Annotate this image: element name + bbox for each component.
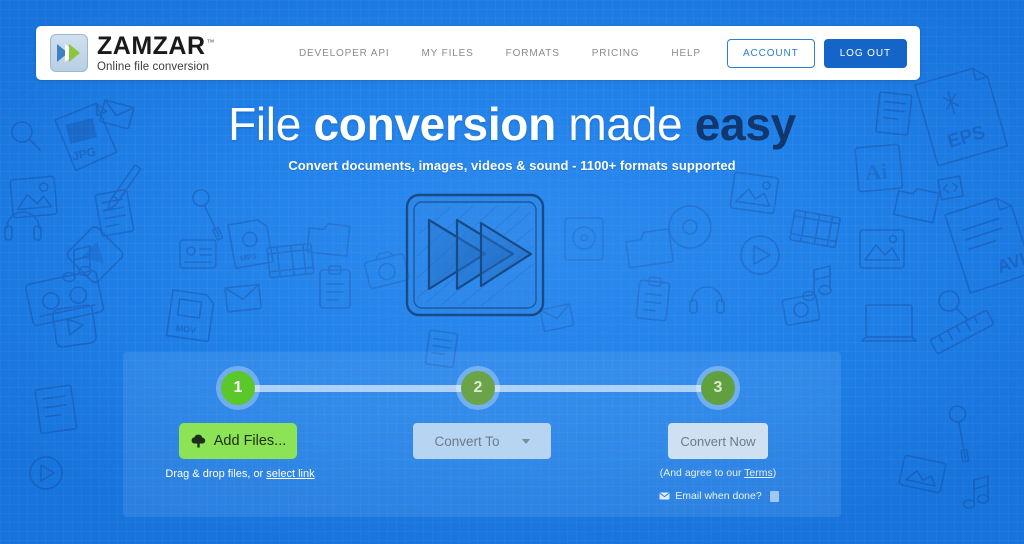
upload-cloud-icon [191,434,205,447]
terms-note: (And agree to our Terms) [653,467,783,479]
converter-panel: 1 2 3 Add Files... Drag & drop files, or… [123,352,841,517]
nav-help[interactable]: HELP [655,42,717,65]
email-when-done-label: Email when done? [675,490,762,502]
email-when-done-option[interactable]: Email when done? [651,490,787,502]
nav-formats[interactable]: FORMATS [490,42,576,65]
svg-text:AVI: AVI [995,249,1024,277]
email-when-done-checkbox[interactable] [769,490,779,502]
brand-name-text: ZAMZAR [97,32,206,61]
logout-button[interactable]: LOG OUT [823,38,907,68]
headline-part-3: made [555,98,695,150]
nav-developer-api[interactable]: DEVELOPER API [283,42,406,65]
headline-part-1: File [228,98,314,150]
step-3-number: 3 [713,379,723,396]
nav-my-files[interactable]: MY FILES [405,42,489,65]
double-chevron-icon [50,34,88,72]
convert-to-select[interactable]: Convert To [413,423,551,459]
trademark-symbol: ™ [206,38,216,48]
step-2-number: 2 [473,379,483,396]
drag-drop-text: Drag & drop files, or [165,468,267,480]
select-link[interactable]: select link [266,468,314,480]
main-navigation: DEVELOPER API MY FILES FORMATS PRICING H… [283,38,907,68]
step-indicator-3[interactable]: 3 [701,371,735,405]
drag-drop-hint: Drag & drop files, or select link [165,468,315,480]
nav-pricing[interactable]: PRICING [576,42,656,65]
brand-tagline: Online file conversion [97,60,210,73]
chevron-down-icon [521,438,530,444]
convert-to-label: Convert To [434,433,500,449]
add-files-button[interactable]: Add Files... [179,423,297,459]
svg-text:MP3: MP3 [239,252,257,264]
headline-part-2: conversion [313,98,557,150]
headline-part-4: easy [694,98,796,150]
fast-forward-sketch-icon [405,193,545,317]
terms-prefix: (And agree to our [659,467,745,479]
zamzar-homepage: JPG MOV MP3 EPS Ai AVI ZAMZAR™ Online fi… [0,0,1024,544]
hero-section: File conversion made easy Convert docume… [0,96,1024,173]
brand-logo[interactable]: ZAMZAR™ Online file conversion [50,33,215,73]
step-indicator-2[interactable]: 2 [461,371,495,405]
page-subtitle: Convert documents, images, videos & soun… [288,158,736,173]
account-button[interactable]: ACCOUNT [726,38,815,68]
page-title: File conversion made easy [0,96,1024,152]
site-header: ZAMZAR™ Online file conversion DEVELOPER… [36,26,920,80]
step-1-number: 1 [233,379,243,396]
add-files-label: Add Files... [213,433,287,449]
envelope-icon [659,492,670,500]
svg-text:MOV: MOV [175,323,197,336]
convert-now-button[interactable]: Convert Now [668,423,768,459]
brand-name: ZAMZAR™ [97,33,215,59]
terms-link[interactable]: Terms [744,467,773,479]
step-indicator-1[interactable]: 1 [221,371,255,405]
terms-suffix: ) [772,467,777,479]
